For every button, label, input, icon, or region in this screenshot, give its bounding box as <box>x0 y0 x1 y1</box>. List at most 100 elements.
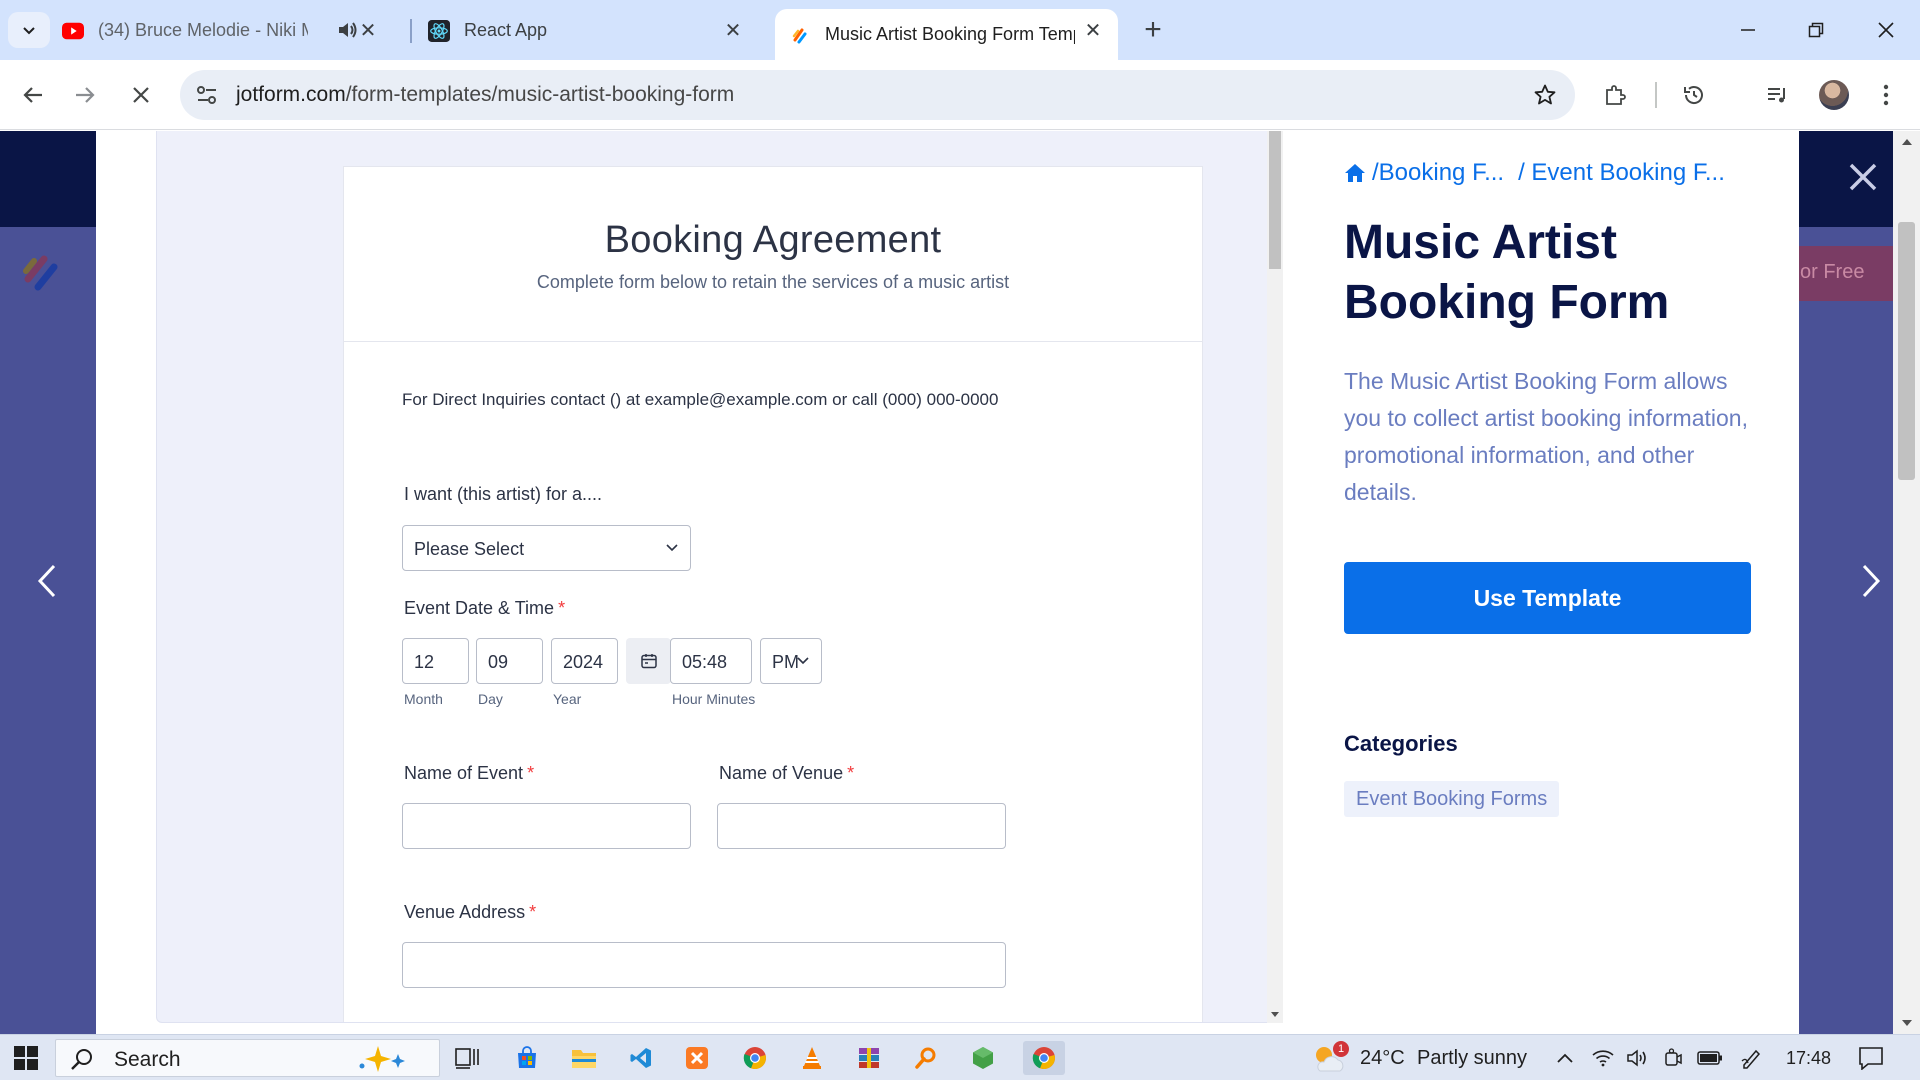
close-modal-button[interactable] <box>1845 159 1881 195</box>
close-icon <box>133 87 149 103</box>
chrome-icon[interactable] <box>738 1041 772 1075</box>
chevron-up-icon[interactable] <box>1556 1035 1574 1080</box>
category-tag[interactable]: Event Booking Forms <box>1344 781 1560 817</box>
stop-loading-button[interactable] <box>122 76 160 114</box>
venue-name-input[interactable] <box>717 803 1006 849</box>
task-view-icon[interactable] <box>450 1041 484 1075</box>
month-input[interactable]: 12 <box>402 638 469 684</box>
venue-name-label: Name of Venue * <box>719 763 854 784</box>
tab-music-artist-booking[interactable]: Music Artist Booking Form Temp ✕ <box>775 9 1118 60</box>
chrome-active-icon[interactable] <box>1023 1041 1065 1075</box>
battery-icon[interactable] <box>1697 1035 1723 1080</box>
notifications-icon[interactable] <box>1858 1035 1884 1080</box>
year-sublabel: Year <box>553 691 582 707</box>
day-value: 09 <box>488 652 509 672</box>
microsoft-store-icon[interactable] <box>510 1041 544 1075</box>
tab-title: React App <box>464 20 548 40</box>
required-asterisk: * <box>847 763 855 783</box>
minimize-button[interactable] <box>1728 12 1768 48</box>
wifi-icon[interactable] <box>1592 1035 1614 1080</box>
react-icon <box>428 19 450 42</box>
back-button[interactable] <box>14 76 52 114</box>
xampp-icon[interactable] <box>680 1041 714 1075</box>
file-explorer-icon[interactable] <box>567 1041 601 1075</box>
meet-now-icon[interactable] <box>1664 1035 1682 1080</box>
preview-scrollbar[interactable] <box>1267 131 1283 1023</box>
search-icon <box>71 1049 92 1070</box>
pen-icon[interactable] <box>1740 1035 1762 1080</box>
home-icon[interactable] <box>1344 162 1366 184</box>
toolbar-divider <box>1655 82 1657 108</box>
tab-youtube[interactable]: (34) Bruce Melodie - Niki M ✕ <box>62 9 407 52</box>
taskbar-search[interactable]: Search <box>55 1039 440 1077</box>
restore-button[interactable] <box>1796 12 1836 48</box>
scroll-thumb[interactable] <box>1898 222 1915 480</box>
day-input[interactable]: 09 <box>476 638 543 684</box>
scroll-up-arrow[interactable] <box>1902 139 1912 145</box>
scroll-down-arrow[interactable] <box>1902 1020 1912 1026</box>
volume-icon[interactable] <box>1626 1035 1650 1080</box>
event-name-input[interactable] <box>402 803 691 849</box>
form-preview-pane: Booking Agreement Complete form below to… <box>156 131 1279 1023</box>
close-tab-icon[interactable]: ✕ <box>1082 19 1104 42</box>
calendar-icon <box>640 654 657 669</box>
search-tool-icon[interactable] <box>909 1041 943 1075</box>
want-label: I want (this artist) for a.... <box>404 484 603 504</box>
page-viewport: or Free Booking Agreement Complete form … <box>0 131 1920 1034</box>
ampm-select[interactable]: PM <box>760 638 822 684</box>
site-info-icon[interactable] <box>194 82 220 108</box>
year-input[interactable]: 2024 <box>551 638 618 684</box>
month-sublabel: Month <box>404 691 443 707</box>
calendar-button[interactable] <box>626 638 671 684</box>
chevron-down-icon <box>664 540 680 556</box>
menu-button[interactable] <box>1867 76 1905 114</box>
tab-react-app[interactable]: React App ✕ <box>428 9 758 52</box>
categories-heading: Categories <box>1344 731 1458 756</box>
history-button[interactable] <box>1675 76 1713 114</box>
close-tab-icon[interactable]: ✕ <box>722 19 744 42</box>
new-tab-button[interactable]: + <box>1137 13 1169 46</box>
venue-address-input[interactable] <box>402 942 1006 988</box>
preview-scroll-down-arrow[interactable] <box>1271 1012 1279 1017</box>
tab-search-button[interactable] <box>8 12 50 48</box>
form-card: Booking Agreement Complete form below to… <box>343 166 1203 1022</box>
vlc-icon[interactable] <box>795 1041 829 1075</box>
address-bar[interactable]: jotform.com/form-templates/music-artist-… <box>180 70 1575 120</box>
time-input[interactable]: 05:48 <box>670 638 752 684</box>
extensions-button[interactable] <box>1596 76 1634 114</box>
page-scrollbar[interactable] <box>1893 131 1920 1034</box>
template-title: Music Artist Booking Form <box>1344 216 1670 329</box>
venue-address-label-text: Venue Address <box>404 902 526 922</box>
media-control-button[interactable] <box>1758 76 1796 114</box>
url-text[interactable]: jotform.com/form-templates/music-artist-… <box>236 83 734 107</box>
bookmark-star-icon[interactable] <box>1531 81 1559 109</box>
close-tab-icon[interactable]: ✕ <box>357 19 379 42</box>
copilot-sparkle-icon <box>359 1046 405 1072</box>
template-description: The Music Artist Booking Form allows you… <box>1344 368 1748 505</box>
template-preview-modal: Booking Agreement Complete form below to… <box>96 131 1799 1034</box>
profile-avatar[interactable] <box>1819 80 1849 110</box>
vscode-icon[interactable] <box>624 1041 658 1075</box>
jotform-logo-icon <box>23 255 58 291</box>
clock-time[interactable]: 17:48 <box>1786 1035 1831 1080</box>
windows-start-button[interactable] <box>14 1046 38 1070</box>
arrow-left-icon <box>23 87 42 103</box>
browser-toolbar: jotform.com/form-templates/music-artist-… <box>0 60 1920 130</box>
previous-template-button[interactable] <box>27 556 67 606</box>
weather-condition[interactable]: Partly sunny <box>1417 1035 1527 1080</box>
breadcrumb-event-booking-forms[interactable]: / Event Booking F... <box>1518 159 1725 187</box>
event-date-label-text: Event Date & Time <box>404 598 555 618</box>
next-template-button[interactable] <box>1851 556 1891 606</box>
nodejs-icon[interactable] <box>966 1041 1000 1075</box>
speaker-icon[interactable] <box>337 20 359 45</box>
breadcrumb-booking-forms[interactable]: /Booking F... <box>1372 159 1504 187</box>
winrar-icon[interactable] <box>852 1041 886 1075</box>
preview-scroll-thumb[interactable] <box>1269 131 1281 269</box>
forward-button[interactable] <box>66 76 104 114</box>
want-select[interactable]: Please Select <box>402 525 691 571</box>
close-window-button[interactable] <box>1866 12 1906 48</box>
weather-temperature[interactable]: 24°C <box>1360 1035 1405 1080</box>
use-template-button[interactable]: Use Template <box>1344 562 1751 634</box>
windows-taskbar: Search 1 24°C Partly sunny 17:48 <box>0 1034 1920 1080</box>
required-asterisk: * <box>527 763 535 783</box>
